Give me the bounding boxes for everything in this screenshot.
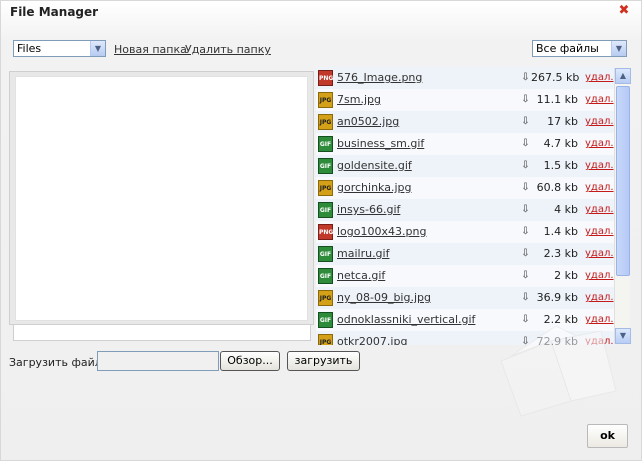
file-size: 17 kb	[547, 115, 578, 128]
file-name-link[interactable]: logo100x43.png	[337, 225, 426, 238]
upload-file-input[interactable]	[97, 351, 219, 371]
file-size: 267.5 kb	[531, 71, 580, 84]
upload-label: Загрузить файл:	[9, 356, 106, 369]
download-icon[interactable]: ⇩	[520, 182, 531, 194]
download-icon[interactable]: ⇩	[520, 248, 531, 260]
scrollbar-thumb[interactable]	[616, 86, 630, 276]
file-name-link[interactable]: insys-66.gif	[337, 203, 400, 216]
new-folder-link[interactable]: Новая папка	[114, 43, 187, 56]
jpg-file-icon: JPG	[318, 290, 333, 306]
file-row[interactable]: GIF business_sm.gif ⇩ 4.7 kb удал.	[316, 133, 614, 155]
file-name-link[interactable]: 7sm.jpg	[337, 93, 381, 106]
delete-file-link[interactable]: удал.	[585, 138, 614, 149]
delete-file-link[interactable]: удал.	[585, 160, 614, 171]
file-row[interactable]: PNG 576_Image.png ⇩ 267.5 kb удал.	[316, 67, 614, 89]
filter-select-value: Все файлы	[536, 42, 599, 55]
download-icon[interactable]: ⇩	[520, 204, 531, 216]
file-name-link[interactable]: mailru.gif	[337, 247, 389, 260]
decorative-book-icon	[500, 325, 617, 417]
delete-file-link[interactable]: удал.	[585, 248, 614, 259]
download-icon[interactable]: ⇩	[520, 116, 531, 128]
preview-area	[15, 76, 308, 321]
file-row[interactable]: GIF insys-66.gif ⇩ 4 kb удал.	[316, 199, 614, 221]
download-icon[interactable]: ⇩	[520, 160, 531, 172]
file-size: 11.1 kb	[536, 93, 578, 106]
file-name-link[interactable]: goldensite.gif	[337, 159, 412, 172]
preview-panel	[9, 71, 314, 325]
gif-file-icon: GIF	[318, 268, 333, 284]
gif-file-icon: GIF	[318, 312, 333, 328]
gif-file-icon: GIF	[318, 158, 333, 174]
file-size: 1.4 kb	[543, 225, 578, 238]
file-name-link[interactable]: netca.gif	[337, 269, 385, 282]
file-name-link[interactable]: otkr2007.jpg	[337, 335, 407, 345]
download-icon[interactable]: ⇩	[520, 138, 531, 150]
download-icon[interactable]: ⇩	[520, 226, 531, 238]
jpg-file-icon: JPG	[318, 180, 333, 196]
file-size: 60.8 kb	[536, 181, 578, 194]
chevron-down-icon[interactable]: ▼	[611, 41, 626, 56]
folder-select-value: Files	[17, 42, 42, 55]
close-icon[interactable]: ✖	[618, 4, 630, 17]
file-row[interactable]: PNG logo100x43.png ⇩ 1.4 kb удал.	[316, 221, 614, 243]
file-name-link[interactable]: business_sm.gif	[337, 137, 424, 150]
file-size: 1.5 kb	[543, 159, 578, 172]
file-row[interactable]: GIF goldensite.gif ⇩ 1.5 kb удал.	[316, 155, 614, 177]
file-row[interactable]: JPG an0502.jpg ⇩ 17 kb удал.	[316, 111, 614, 133]
file-name-link[interactable]: an0502.jpg	[337, 115, 399, 128]
window-title: File Manager	[10, 5, 99, 19]
gif-file-icon: GIF	[318, 246, 333, 262]
jpg-file-icon: JPG	[318, 92, 333, 108]
delete-file-link[interactable]: удал.	[585, 270, 614, 281]
jpg-file-icon: JPG	[318, 334, 333, 345]
download-icon[interactable]: ⇩	[520, 94, 531, 106]
download-icon[interactable]: ⇩	[520, 72, 531, 84]
scroll-up-icon[interactable]: ▲	[615, 68, 631, 84]
delete-file-link[interactable]: удал.	[585, 182, 614, 193]
browse-button[interactable]: Обзор...	[220, 351, 280, 371]
preview-caption	[13, 324, 311, 341]
delete-file-link[interactable]: удал.	[585, 72, 614, 83]
file-name-link[interactable]: ny_08-09_big.jpg	[337, 291, 431, 304]
png-file-icon: PNG	[318, 224, 333, 240]
delete-file-link[interactable]: удал.	[585, 116, 614, 127]
jpg-file-icon: JPG	[318, 114, 333, 130]
gif-file-icon: GIF	[318, 136, 333, 152]
file-size: 4 kb	[554, 203, 578, 216]
file-type-filter-select[interactable]: Все файлы ▼	[532, 40, 627, 57]
chevron-down-icon[interactable]: ▼	[90, 41, 105, 56]
gif-file-icon: GIF	[318, 202, 333, 218]
png-file-icon: PNG	[318, 70, 333, 86]
ok-button[interactable]: ok	[587, 424, 628, 448]
file-name-link[interactable]: 576_Image.png	[337, 71, 422, 84]
file-row[interactable]: JPG 7sm.jpg ⇩ 11.1 kb удал.	[316, 89, 614, 111]
file-size: 2 kb	[554, 269, 578, 282]
delete-folder-link[interactable]: Удалить папку	[185, 43, 271, 56]
file-row[interactable]: JPG gorchinka.jpg ⇩ 60.8 kb удал.	[316, 177, 614, 199]
folder-select[interactable]: Files ▼	[13, 40, 106, 57]
file-name-link[interactable]: odnoklassniki_vertical.gif	[337, 313, 475, 326]
file-size: 4.7 kb	[543, 137, 578, 150]
upload-button[interactable]: загрузить	[287, 351, 360, 371]
file-manager-window: File Manager ✖ Files ▼ Новая папка Удали…	[0, 0, 642, 461]
file-row[interactable]: GIF netca.gif ⇩ 2 kb удал.	[316, 265, 614, 287]
file-row[interactable]: GIF mailru.gif ⇩ 2.3 kb удал.	[316, 243, 614, 265]
delete-file-link[interactable]: удал.	[585, 226, 614, 237]
file-name-link[interactable]: gorchinka.jpg	[337, 181, 411, 194]
delete-file-link[interactable]: удал.	[585, 204, 614, 215]
file-size: 2.3 kb	[543, 247, 578, 260]
delete-file-link[interactable]: удал.	[585, 94, 614, 105]
title-bar: File Manager ✖	[1, 1, 641, 25]
download-icon[interactable]: ⇩	[520, 270, 531, 282]
